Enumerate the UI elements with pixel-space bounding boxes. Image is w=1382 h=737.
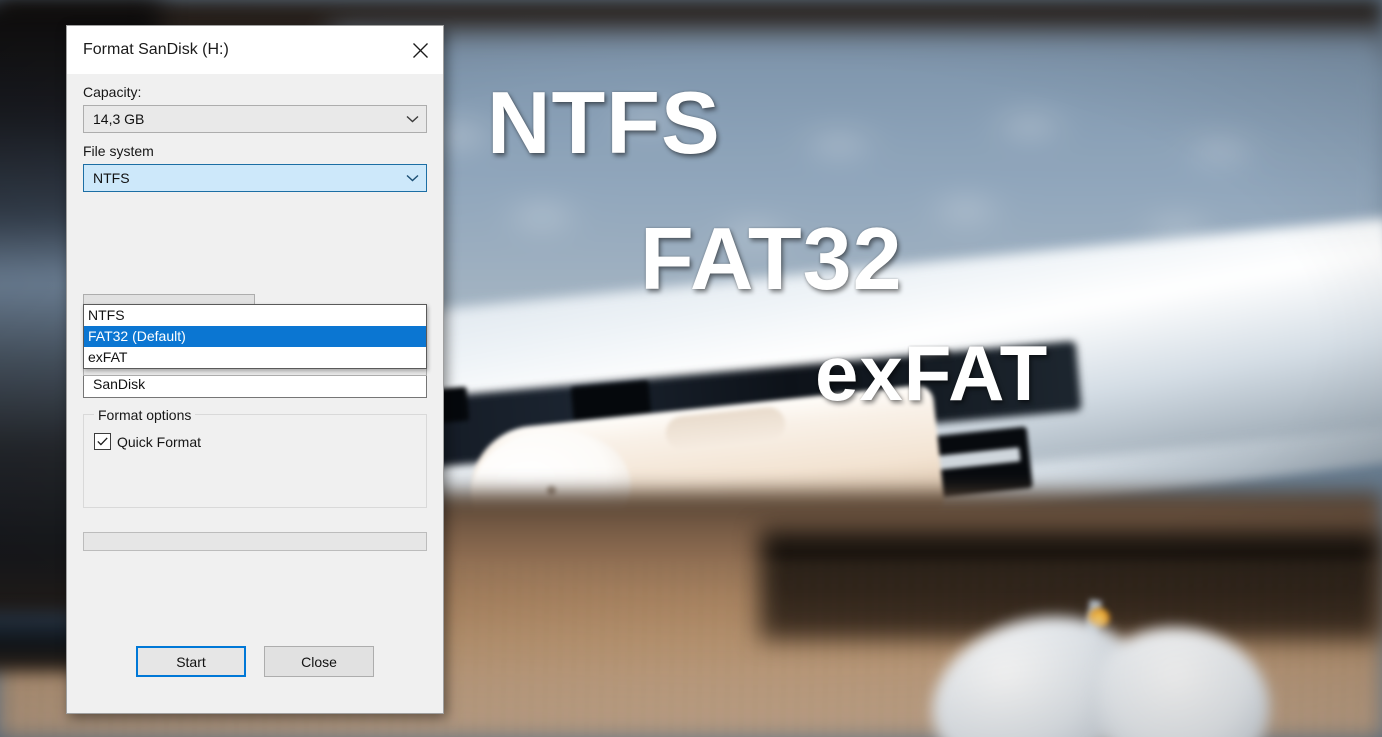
dialog-title: Format SanDisk (H:) — [83, 41, 229, 58]
quick-format-row[interactable]: Quick Format — [94, 433, 416, 450]
format-progress-bar — [83, 532, 427, 551]
dialog-title-bar: Format SanDisk (H:) — [67, 26, 443, 74]
filesystem-dropdown-list[interactable]: NTFS FAT32 (Default) exFAT — [83, 304, 427, 369]
spacer-under-dropdown — [83, 192, 427, 284]
chevron-down-icon — [402, 115, 422, 123]
dialog-footer: Start Close — [67, 646, 443, 677]
format-options-group: Format options Quick Format — [83, 407, 427, 508]
checkmark-icon[interactable] — [94, 433, 111, 450]
close-icon[interactable] — [397, 27, 443, 74]
overlay-text-exfat: exFAT — [815, 329, 1049, 417]
format-dialog: Format SanDisk (H:) Capacity: 14,3 GB Fi… — [66, 25, 444, 714]
filesystem-label: File system — [83, 143, 154, 159]
volume-label-value: SanDisk — [93, 376, 146, 392]
filesystem-value: NTFS — [93, 170, 130, 186]
close-button[interactable]: Close — [264, 646, 374, 677]
quick-format-label: Quick Format — [117, 433, 202, 450]
dialog-body: Capacity: 14,3 GB File system NTFS NTFS … — [67, 84, 443, 551]
overlay-text-ntfs: NTFS — [487, 73, 721, 172]
format-options-title: Format options — [94, 407, 196, 423]
dropdown-option-exfat[interactable]: exFAT — [84, 347, 426, 368]
dropdown-option-ntfs[interactable]: NTFS — [84, 305, 426, 326]
screenshot-root: NTFS FAT32 exFAT Format SanDisk (H:) Cap… — [0, 0, 1382, 737]
dropdown-option-fat32[interactable]: FAT32 (Default) — [84, 326, 426, 347]
capacity-value: 14,3 GB — [93, 111, 145, 127]
filesystem-combobox[interactable]: NTFS — [83, 164, 427, 192]
capacity-combobox[interactable]: 14,3 GB — [83, 105, 427, 133]
capacity-label: Capacity: — [83, 84, 142, 100]
chevron-down-icon — [402, 174, 422, 182]
overlay-text-fat32: FAT32 — [640, 209, 903, 308]
start-button[interactable]: Start — [136, 646, 246, 677]
